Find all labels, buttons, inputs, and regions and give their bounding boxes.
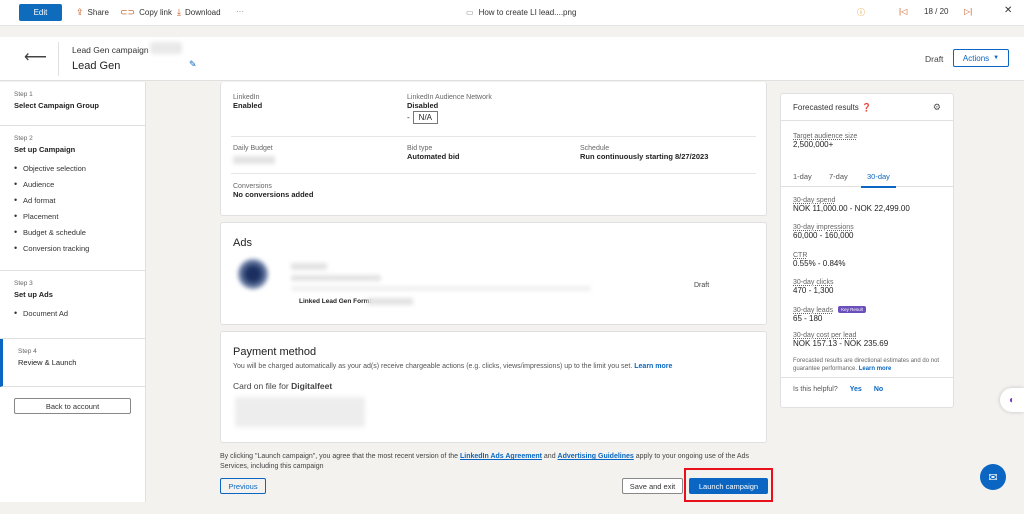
blurred-ad-detail <box>291 275 381 281</box>
metric-ctr: CTR 0.55% - 0.84% <box>793 252 846 268</box>
card-on-file: Card on file for Digitalfeet <box>233 381 333 391</box>
key-result-badge: Key Result <box>838 306 866 314</box>
payment-card: Payment method You will be charged autom… <box>220 331 767 443</box>
metric-spend: 30-day spend NOK 11,000.00 - NOK 22,499.… <box>793 197 910 213</box>
campaign-summary-card: LinkedIn Enabled LinkedIn Audience Netwo… <box>220 82 767 216</box>
download-label: Download <box>184 8 221 17</box>
forecast-title: Forecasted results ❓ <box>793 103 872 112</box>
info-icon[interactable]: ⓘ <box>857 7 865 18</box>
tab-7-day[interactable]: 7-day <box>829 172 848 181</box>
image-file-icon: ▭ <box>466 8 474 17</box>
share-label: Share <box>87 8 109 17</box>
share-button[interactable]: ⇪ Share <box>76 7 109 18</box>
ads-heading: Ads <box>233 237 252 249</box>
advertising-guidelines-link[interactable]: Advertising Guidelines <box>558 453 634 460</box>
step-item[interactable]: Conversion tracking <box>14 243 131 253</box>
payment-heading: Payment method <box>233 346 317 358</box>
na-badge: N/A <box>412 111 439 124</box>
blurred-ad-name <box>291 263 327 270</box>
metric-leads: 30-day leads Key Result 65 - 180 <box>793 305 866 323</box>
step-3-list: Document Ad <box>14 308 131 318</box>
payment-description: You will be charged automatically as you… <box>233 363 673 370</box>
share-icon: ⇪ <box>76 7 84 17</box>
forecast-tabs: 1-day 7-day 30-day <box>781 167 953 188</box>
download-icon: ⤓ <box>177 7 181 17</box>
campaign-header: ⟵ Lead Gen campaign Lead Gen ✎ Draft Act… <box>0 37 1024 81</box>
forecast-note: Forecasted results are directional estim… <box>793 358 940 372</box>
step-3[interactable]: Step 3 Set up Ads Document Ad <box>0 271 145 339</box>
ad-status: Draft <box>694 282 710 289</box>
step-item[interactable]: Objective selection <box>14 163 131 173</box>
assistant-icon[interactable]: ◐ <box>1000 388 1024 412</box>
download-button[interactable]: ⤓ Download <box>177 7 221 18</box>
conversions-field: Conversions No conversions added <box>233 183 314 199</box>
step-item[interactable]: Document Ad <box>14 308 131 318</box>
metric-clicks: 30-day clicks 470 - 1,300 <box>793 279 834 295</box>
helpful-no[interactable]: No <box>874 386 883 393</box>
last-page-icon[interactable]: ▷| <box>964 7 972 16</box>
step-item[interactable]: Audience <box>14 179 131 189</box>
caret-down-icon: ▼ <box>993 55 1000 61</box>
campaign-name: Lead Gen campaign <box>72 45 149 55</box>
steps-sidebar: Step 1 Select Campaign Group Step 2 Set … <box>0 82 146 502</box>
divider <box>231 173 756 174</box>
divider <box>781 120 953 121</box>
metric-cost-per-lead: 30-day cost per lead NOK 157.13 - NOK 23… <box>793 332 889 348</box>
step-2[interactable]: Step 2 Set up Campaign Objective selecti… <box>0 126 145 271</box>
step-item[interactable]: Placement <box>14 211 131 221</box>
tab-30-day[interactable]: 30-day <box>861 172 896 188</box>
edit-button[interactable]: Edit <box>19 4 62 21</box>
step-item[interactable]: Ad format <box>14 195 131 205</box>
bid-type-field: Bid type Automated bid <box>407 145 460 161</box>
copy-link-button[interactable]: ⊂⊃ Copy link <box>120 7 172 18</box>
forecast-panel: Forecasted results ❓ ⚙ Target audience s… <box>780 93 954 408</box>
highlight-box <box>684 468 773 502</box>
save-and-exit-button[interactable]: Save and exit <box>622 478 683 494</box>
pencil-icon[interactable]: ✎ <box>189 59 197 70</box>
forecast-learn-more-link[interactable]: Learn more <box>859 366 892 372</box>
blurred-budget <box>233 156 275 164</box>
viewer-toolbar: Edit ⇪ Share ⊂⊃ Copy link ⤓ Download ···… <box>0 0 1024 26</box>
blurred-form-name <box>367 298 413 305</box>
back-arrow-icon[interactable]: ⟵ <box>24 47 47 67</box>
page-counter: 18 / 20 <box>924 7 949 16</box>
divider <box>231 136 756 137</box>
help-icon[interactable]: ❓ <box>862 103 872 112</box>
gear-icon[interactable]: ⚙ <box>933 102 941 113</box>
divider <box>58 42 59 76</box>
audience-network-field: LinkedIn Audience Network Disabled - N/A <box>407 94 492 124</box>
file-name: ▭ How to create LI lead....png <box>466 8 577 17</box>
helpful-feedback: Is this helpful? Yes No <box>781 377 953 401</box>
ads-agreement-link[interactable]: LinkedIn Ads Agreement <box>460 453 542 460</box>
ads-card: Ads Draft Linked Lead Gen Form: <box>220 222 767 325</box>
close-icon[interactable]: ✕ <box>1004 5 1012 16</box>
metric-impressions: 30-day impressions 60,000 - 160,000 <box>793 224 854 240</box>
actions-button[interactable]: Actions ▼ <box>953 49 1009 67</box>
more-button[interactable]: ··· <box>236 7 244 16</box>
first-page-icon[interactable]: |◁ <box>899 7 907 16</box>
blurred-ad-line <box>291 286 591 291</box>
status-label: Draft <box>925 54 944 64</box>
back-to-account-button[interactable]: Back to account <box>14 398 131 414</box>
link-icon: ⊂⊃ <box>120 7 136 17</box>
step-1[interactable]: Step 1 Select Campaign Group <box>0 82 145 126</box>
blurred-card-details <box>235 397 365 427</box>
step-item[interactable]: Budget & schedule <box>14 227 131 237</box>
lead-form-label: Linked Lead Gen Form: <box>299 298 372 305</box>
ad-thumbnail <box>238 259 268 289</box>
audience-size: Target audience size 2,500,000+ <box>793 133 858 149</box>
schedule-field: Schedule Run continuously starting 8/27/… <box>580 145 709 161</box>
daily-budget-field: Daily Budget <box>233 145 273 152</box>
chat-icon[interactable]: ✉ <box>980 464 1006 490</box>
learn-more-link[interactable]: Learn more <box>634 363 672 370</box>
copy-link-label: Copy link <box>139 8 172 17</box>
previous-button[interactable]: Previous <box>220 478 266 494</box>
step-2-list: Objective selection Audience Ad format P… <box>14 163 131 253</box>
step-4[interactable]: Step 4 Review & Launch <box>0 339 145 387</box>
tab-1-day[interactable]: 1-day <box>793 172 812 181</box>
blurred-id <box>150 42 182 54</box>
campaign-title: Lead Gen <box>72 60 121 72</box>
linkedin-field: LinkedIn Enabled <box>233 94 263 110</box>
helpful-yes[interactable]: Yes <box>850 386 862 393</box>
